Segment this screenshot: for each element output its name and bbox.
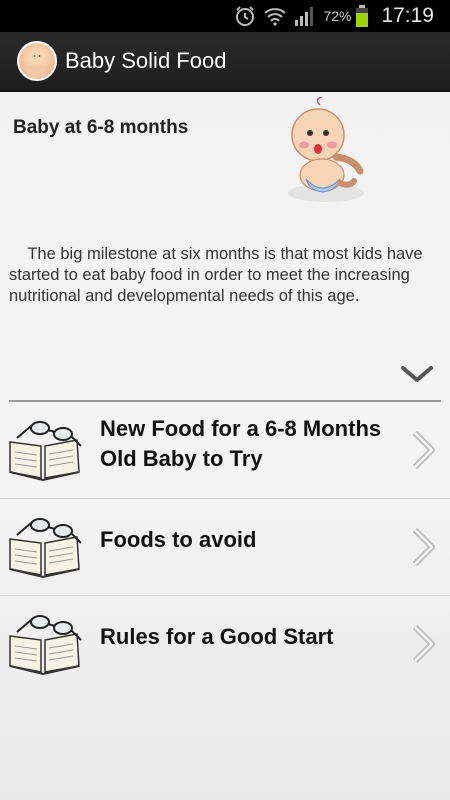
- collapse-chevron-icon[interactable]: [400, 362, 434, 386]
- info-panel: Baby at 6-8 months The big milestone at …: [0, 92, 450, 400]
- app-title: Baby Solid Food: [65, 48, 227, 73]
- list-item[interactable]: New Food for a 6-8 Months Old Baby to Tr…: [0, 402, 450, 499]
- book-glasses-icon: [9, 421, 82, 482]
- book-glasses-icon: [9, 615, 82, 676]
- page-title: Baby at 6-8 months: [13, 117, 189, 138]
- book-glasses-icon: [9, 518, 82, 579]
- intro-text: The big milestone at six months is that …: [9, 245, 423, 305]
- list-item[interactable]: Foods to avoid: [0, 499, 450, 596]
- topic-list: New Food for a 6-8 Months Old Baby to Tr…: [0, 402, 450, 692]
- action-bar: Baby Solid Food: [0, 32, 450, 92]
- baby-app-icon[interactable]: [17, 41, 57, 81]
- status-bar: 72% 17:19: [0, 0, 450, 32]
- battery-percent: 72%: [323, 8, 352, 24]
- alarm-icon: [233, 4, 257, 28]
- wifi-icon: [263, 4, 287, 28]
- signal-icon: [293, 5, 317, 27]
- list-item-label: New Food for a 6-8 Months Old Baby to Tr…: [100, 416, 382, 471]
- chevron-right-icon: [412, 430, 435, 470]
- chevron-right-icon: [412, 624, 435, 664]
- chevron-right-icon: [412, 527, 435, 567]
- list-item[interactable]: Rules for a Good Start: [0, 596, 450, 692]
- list-item-label: Foods to avoid: [100, 527, 257, 552]
- baby-illustration: [288, 97, 364, 202]
- list-item-label: Rules for a Good Start: [100, 624, 334, 649]
- battery-icon: [355, 4, 369, 28]
- clock: 17:19: [381, 4, 434, 27]
